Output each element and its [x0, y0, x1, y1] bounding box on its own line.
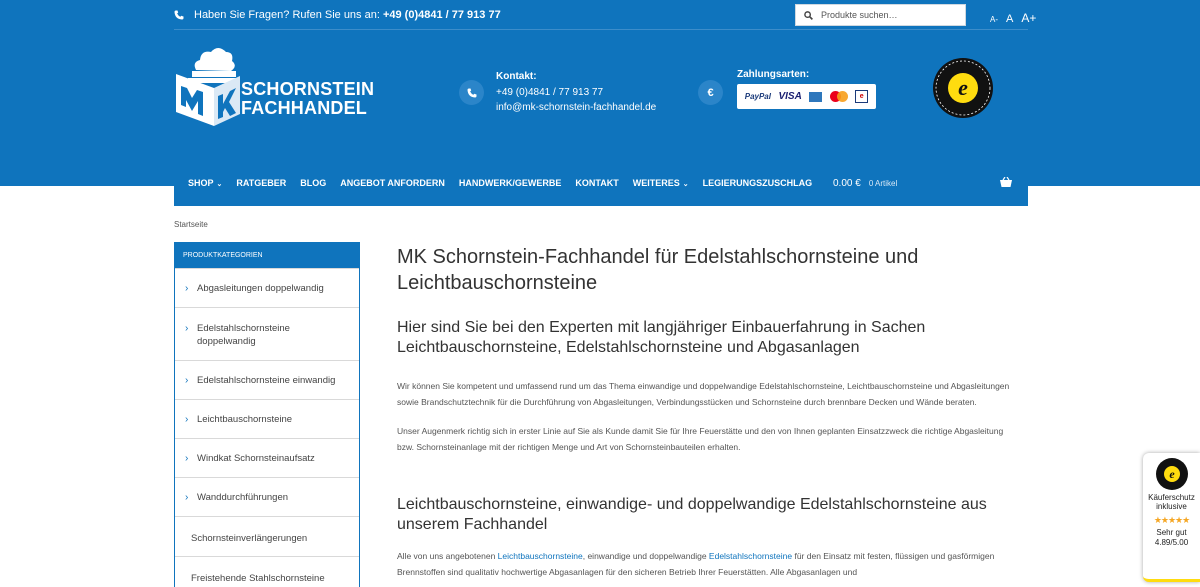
phone-prefix: Haben Sie Fragen? Rufen Sie uns an: [194, 9, 380, 21]
contact-heading: Kontakt: [496, 71, 537, 82]
euro-icon: € [698, 80, 723, 105]
chevron-down-icon: ⌄ [216, 180, 223, 188]
chevron-right-icon: › [185, 492, 189, 503]
paragraph-products: Alle von uns angebotenen Leichtbauschorn… [397, 551, 995, 577]
rating-value: 4.89/5.00 [1154, 538, 1189, 547]
font-decrease-button[interactable]: A- [990, 15, 998, 24]
main-content: MK Schornstein-Fachhandel für Edelstahls… [397, 244, 1027, 580]
nav-item-weiteres[interactable]: WEITERES ⌄ [633, 178, 689, 188]
page-title: MK Schornstein-Fachhandel für Edelstahls… [397, 246, 919, 294]
nav-item-legierungszuschlag[interactable]: LEGIERUNGSZUSCHLAG [703, 178, 813, 188]
paypal-logo: PayPal [744, 92, 771, 101]
trusted-shops-seal[interactable]: e [933, 58, 993, 118]
section-heading-products: Leichtbauschornsteine, einwandige- und d… [397, 496, 987, 533]
font-increase-button[interactable]: A+ [1021, 11, 1036, 25]
cart-total: 0.00 € [833, 178, 861, 189]
mastercard-icon [829, 91, 848, 102]
section-heading-experts: Hier sind Sie bei den Experten mit langj… [397, 319, 926, 356]
topbar-phone: Haben Sie Fragen? Rufen Sie uns an: +49 … [174, 9, 501, 21]
nav-item-shop[interactable]: SHOP ⌄ [188, 178, 222, 188]
sidebar-heading: PRODUKTKATEGORIEN [175, 243, 359, 268]
payment-logos: PayPal VISA e [737, 84, 876, 109]
sidebar-item-edelstahl-doppelwandig[interactable]: › Edelstahlschornsteine doppelwandig [175, 307, 359, 360]
logo-line-1: SCHORNSTEIN [241, 79, 375, 99]
chevron-down-icon: ⌄ [682, 180, 689, 188]
paragraph-intro: Wir können Sie kompetent und umfassend r… [397, 381, 1010, 407]
basket-icon[interactable] [1000, 177, 1012, 187]
chevron-right-icon: › [185, 375, 189, 386]
rating-stars: ★★★★★ [1153, 515, 1190, 525]
sidebar-item-edelstahl-einwandig[interactable]: › Edelstahlschornsteine einwandig [175, 360, 359, 399]
sidebar-item-verlaengerungen[interactable]: Schornsteinverlängerungen [175, 516, 359, 556]
sidebar-item-leichtbau[interactable]: › Leichtbauschornsteine [175, 399, 359, 438]
nav-item-handwerk[interactable]: HANDWERK/GEWERBE [459, 178, 562, 188]
sidebar-item-abgasleitungen[interactable]: › Abgasleitungen doppelwandig [175, 268, 359, 307]
phone-icon [174, 10, 184, 20]
contact-block: Kontakt: +49 (0)4841 / 77 913 77 info@mk… [496, 69, 656, 115]
contact-email[interactable]: info@mk-schornstein-fachhandel.de [496, 100, 656, 115]
chevron-right-icon: › [185, 283, 189, 294]
chevron-right-icon: › [185, 414, 189, 425]
trusted-shops-badge-widget[interactable]: e Käuferschutz inklusive ★★★★★ Sehr gut … [1143, 453, 1200, 582]
font-reset-button[interactable]: A [1006, 13, 1013, 25]
link-edelstahlschornsteine[interactable]: Edelstahlschornsteine [709, 551, 792, 561]
nav-item-angebot[interactable]: ANGEBOT ANFORDERN [340, 178, 445, 188]
cart-count: 0 Artikel [868, 179, 898, 188]
contact-phone-icon [459, 80, 484, 105]
cart-summary[interactable]: 0.00 € 0 Artikel [833, 178, 897, 189]
product-category-sidebar: PRODUKTKATEGORIEN › Abgasleitungen doppel… [174, 242, 360, 587]
search-input[interactable] [821, 10, 961, 20]
amex-icon [809, 91, 823, 102]
sidebar-item-stahlschornsteine[interactable]: Freistehende Stahlschornsteine [175, 556, 359, 587]
payment-block: Zahlungsarten: PayPal VISA e [737, 69, 876, 109]
nav-item-blog[interactable]: BLOG [300, 178, 326, 188]
contact-phone[interactable]: +49 (0)4841 / 77 913 77 [496, 85, 656, 100]
logo-wordmark[interactable]: SCHORNSTEIN FACHHANDEL [241, 80, 374, 118]
logo-line-2: FACHHANDEL [241, 98, 367, 118]
phone-number-link[interactable]: +49 (0)4841 / 77 913 77 [383, 9, 501, 21]
search-icon[interactable] [804, 10, 813, 20]
nav-item-kontakt[interactable]: KONTAKT [575, 178, 618, 188]
chevron-right-icon: › [185, 453, 189, 464]
header-divider [174, 29, 1028, 30]
sidebar-item-wanddurchfuehrungen[interactable]: › Wanddurchführungen [175, 477, 359, 516]
chevron-right-icon: › [185, 323, 189, 334]
nav-item-ratgeber[interactable]: RATGEBER [236, 178, 286, 188]
rating-label: Sehr gut [1156, 528, 1187, 537]
sidebar-item-windkat[interactable]: › Windkat Schornsteinaufsatz [175, 438, 359, 477]
font-size-controls: A- A A+ [990, 11, 1036, 25]
buyer-protection-line1: Käuferschutz [1148, 493, 1195, 502]
payment-heading: Zahlungsarten: [737, 69, 810, 80]
giropay-icon: e [855, 90, 869, 103]
search-box [795, 4, 966, 26]
trusted-shops-seal-small: e [1156, 458, 1188, 490]
link-leichtbauschornsteine[interactable]: Leichtbauschornsteine [498, 551, 583, 561]
breadcrumb[interactable]: Startseite [174, 220, 208, 229]
main-nav: SHOP ⌄ RATGEBER BLOG ANGEBOT ANFORDERN HA… [174, 159, 1028, 206]
visa-logo: VISA [778, 91, 802, 102]
buyer-protection-line2: inklusive [1156, 502, 1187, 511]
paragraph-focus: Unser Augenmerk richtig sich in erster L… [397, 426, 1004, 452]
